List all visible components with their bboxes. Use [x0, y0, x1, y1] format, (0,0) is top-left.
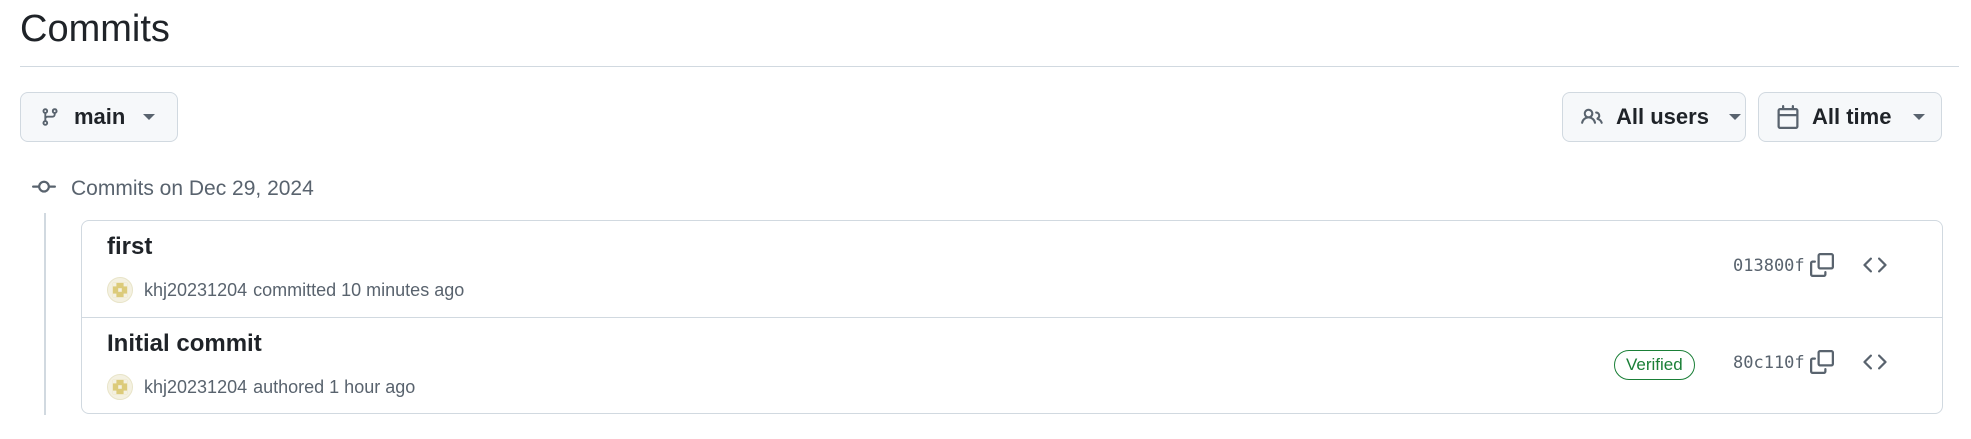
- commit-action: committed: [253, 279, 337, 300]
- git-commit-icon: [32, 175, 56, 204]
- commit-message-link[interactable]: Initial commit: [107, 330, 262, 358]
- commit-author-link[interactable]: khj20231204: [144, 280, 247, 301]
- copy-icon: [1810, 349, 1834, 379]
- calendar-icon: [1776, 105, 1800, 129]
- caret-down-icon: [1913, 114, 1926, 120]
- git-branch-icon: [40, 106, 60, 128]
- commit-row: first khj20231204 committed 10 minutes a…: [82, 221, 1942, 317]
- users-filter-button[interactable]: All users: [1562, 92, 1746, 142]
- copy-sha-button[interactable]: [1804, 346, 1840, 382]
- commit-sha-link[interactable]: 80c110f: [1733, 353, 1805, 373]
- commit-group-header: Commits on Dec 29, 2024: [32, 174, 314, 204]
- commit-author-link[interactable]: khj20231204: [144, 377, 247, 398]
- copy-icon: [1810, 252, 1834, 282]
- commits-page: Commits main All users All time Commits …: [0, 0, 1971, 439]
- commit-action: authored: [253, 376, 325, 397]
- commit-time: 10 minutes ago: [341, 279, 465, 300]
- commit-meta: khj20231204 committed 10 minutes ago: [107, 276, 464, 304]
- avatar[interactable]: [107, 277, 133, 303]
- browse-repository-button[interactable]: [1857, 249, 1893, 285]
- copy-sha-button[interactable]: [1804, 249, 1840, 285]
- commit-list: first khj20231204 committed 10 minutes a…: [81, 220, 1943, 414]
- time-filter-label: All time: [1812, 104, 1892, 129]
- code-icon: [1863, 350, 1887, 379]
- page-title: Commits: [20, 8, 170, 50]
- branch-select-button[interactable]: main: [20, 92, 178, 142]
- users-filter-label: All users: [1616, 104, 1709, 129]
- code-icon: [1863, 253, 1887, 282]
- avatar[interactable]: [107, 374, 133, 400]
- caret-down-icon: [143, 114, 156, 120]
- commit-meta: khj20231204 authored 1 hour ago: [107, 373, 415, 401]
- people-icon: [1580, 106, 1604, 128]
- commit-row: Initial commit khj20231204 authored 1 ho…: [82, 317, 1942, 413]
- verified-badge[interactable]: Verified: [1614, 350, 1695, 380]
- commit-time: 1 hour ago: [329, 376, 416, 397]
- commit-group-date: Commits on Dec 29, 2024: [71, 177, 314, 200]
- title-divider: [20, 66, 1959, 67]
- timeline-line: [44, 213, 46, 415]
- caret-down-icon: [1728, 114, 1741, 120]
- branch-select-label: main: [74, 104, 126, 129]
- commit-sha-link[interactable]: 013800f: [1733, 256, 1805, 276]
- time-filter-button[interactable]: All time: [1758, 92, 1942, 142]
- commit-message-link[interactable]: first: [107, 233, 152, 261]
- browse-repository-button[interactable]: [1857, 346, 1893, 382]
